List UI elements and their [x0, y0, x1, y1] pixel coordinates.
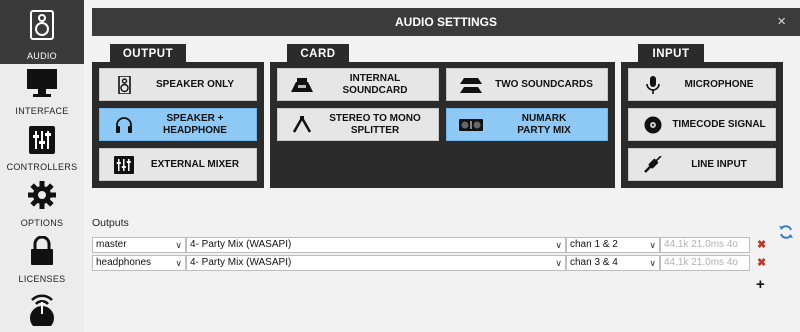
button-label: EXTERNAL MIXER [150, 158, 240, 170]
button-label: LINE INPUT [691, 158, 747, 170]
internal-soundcard-button[interactable]: INTERNAL SOUNDCARD [277, 68, 439, 101]
output-name-select[interactable]: headphones ∨ [92, 255, 186, 271]
sliders-icon [29, 126, 55, 154]
output-device-value: 4- Party Mix (WASAPI) [190, 257, 292, 268]
button-label: SPEAKER ONLY [156, 78, 234, 90]
lock-icon [31, 236, 53, 265]
output-channels-select[interactable]: chan 1 & 2 ∨ [566, 237, 660, 253]
window-titlebar: AUDIO SETTINGS × [92, 8, 800, 36]
output-name-select[interactable]: master ∨ [92, 237, 186, 253]
chevron-down-icon: ∨ [555, 240, 562, 250]
broadcast-icon [30, 294, 54, 326]
output-channels-select[interactable]: chan 3 & 4 ∨ [566, 255, 660, 271]
line-input-button[interactable]: LINE INPUT [628, 148, 776, 181]
output-info-value: 44.1k 21.0ms 4o [664, 239, 738, 250]
window-title: AUDIO SETTINGS [394, 15, 497, 29]
outputs-label: Outputs [92, 217, 129, 229]
output-channels-value: chan 3 & 4 [570, 257, 618, 268]
button-label: TWO SOUNDCARDS [495, 78, 593, 90]
group-tab-card: CARD [287, 44, 349, 64]
button-label: TIMECODE SIGNAL [672, 118, 766, 130]
output-info-value: 44.1k 21.0ms 4o [664, 257, 738, 268]
chevron-down-icon: ∨ [175, 258, 182, 268]
group-tab-output: OUTPUT [110, 44, 186, 64]
sidebar-item-broadcast[interactable] [0, 288, 84, 332]
button-label: SPEAKER + HEADPHONE [163, 112, 227, 136]
speaker-icon [118, 76, 131, 94]
output-info: 44.1k 21.0ms 4o [660, 237, 750, 253]
sidebar-item-label: INTERFACE [15, 106, 69, 116]
audio-jack-icon [644, 156, 662, 173]
sidebar-item-licenses[interactable]: LICENSES [0, 232, 84, 288]
numark-party-mix-button[interactable]: NUMARK PARTY MIX [446, 108, 608, 141]
button-label: STEREO TO MONO SPLITTER [329, 112, 421, 136]
close-icon[interactable]: × [777, 8, 786, 36]
vinyl-record-icon [644, 116, 662, 134]
button-label: INTERNAL SOUNDCARD [342, 72, 408, 96]
output-device-select[interactable]: 4- Party Mix (WASAPI) ∨ [186, 237, 566, 253]
chevron-down-icon: ∨ [175, 240, 182, 250]
chevron-down-icon: ∨ [555, 258, 562, 268]
add-output-button[interactable]: + [756, 276, 765, 293]
chevron-down-icon: ∨ [649, 258, 656, 268]
splitter-cable-icon [292, 116, 312, 133]
microphone-icon [646, 76, 660, 94]
external-mixer-button[interactable]: EXTERNAL MIXER [99, 148, 257, 181]
microphone-button[interactable]: MICROPHONE [628, 68, 776, 101]
monitor-icon [27, 69, 57, 97]
sidebar-item-controllers[interactable]: CONTROLLERS [0, 120, 84, 176]
output-device-value: 4- Party Mix (WASAPI) [190, 239, 292, 250]
gear-icon [28, 181, 56, 209]
sidebar: AUDIO INTERFACE CONTROLLERS OPTIONS LICE… [0, 0, 85, 332]
mixer-icon [114, 156, 134, 174]
sidebar-item-audio[interactable]: AUDIO [0, 0, 84, 64]
group-tab-input: INPUT [638, 44, 704, 64]
output-name-value: master [96, 239, 127, 250]
sidebar-item-label: CONTROLLERS [6, 162, 78, 172]
sidebar-item-label: LICENSES [18, 274, 66, 284]
output-channels-value: chan 1 & 2 [570, 239, 618, 250]
soundcard-icon [291, 78, 313, 92]
headphones-icon [116, 117, 132, 133]
refresh-icon[interactable] [778, 224, 794, 240]
output-info: 44.1k 21.0ms 4o [660, 255, 750, 271]
speaker-only-button[interactable]: SPEAKER ONLY [99, 68, 257, 101]
output-device-select[interactable]: 4- Party Mix (WASAPI) ∨ [186, 255, 566, 271]
chevron-down-icon: ∨ [649, 240, 656, 250]
sidebar-item-label: OPTIONS [20, 218, 64, 228]
button-label: NUMARK PARTY MIX [517, 112, 571, 136]
stereo-to-mono-splitter-button[interactable]: STEREO TO MONO SPLITTER [277, 108, 439, 141]
speaker-headphone-button[interactable]: SPEAKER + HEADPHONE [99, 108, 257, 141]
two-soundcards-icon [460, 78, 482, 93]
dj-controller-icon [459, 119, 483, 131]
sidebar-item-label: AUDIO [26, 51, 57, 61]
table-row: headphones ∨ 4- Party Mix (WASAPI) ∨ chan … [92, 255, 766, 271]
delete-output-icon[interactable]: ✖ [757, 238, 766, 251]
speaker-icon [30, 10, 54, 40]
table-row: master ∨ 4- Party Mix (WASAPI) ∨ chan 1 & … [92, 237, 766, 253]
button-label: MICROPHONE [684, 78, 754, 90]
two-soundcards-button[interactable]: TWO SOUNDCARDS [446, 68, 608, 101]
sidebar-item-interface[interactable]: INTERFACE [0, 64, 84, 120]
timecode-signal-button[interactable]: TIMECODE SIGNAL [628, 108, 776, 141]
delete-output-icon[interactable]: ✖ [757, 256, 766, 269]
output-name-value: headphones [96, 257, 152, 268]
sidebar-item-options[interactable]: OPTIONS [0, 176, 84, 232]
